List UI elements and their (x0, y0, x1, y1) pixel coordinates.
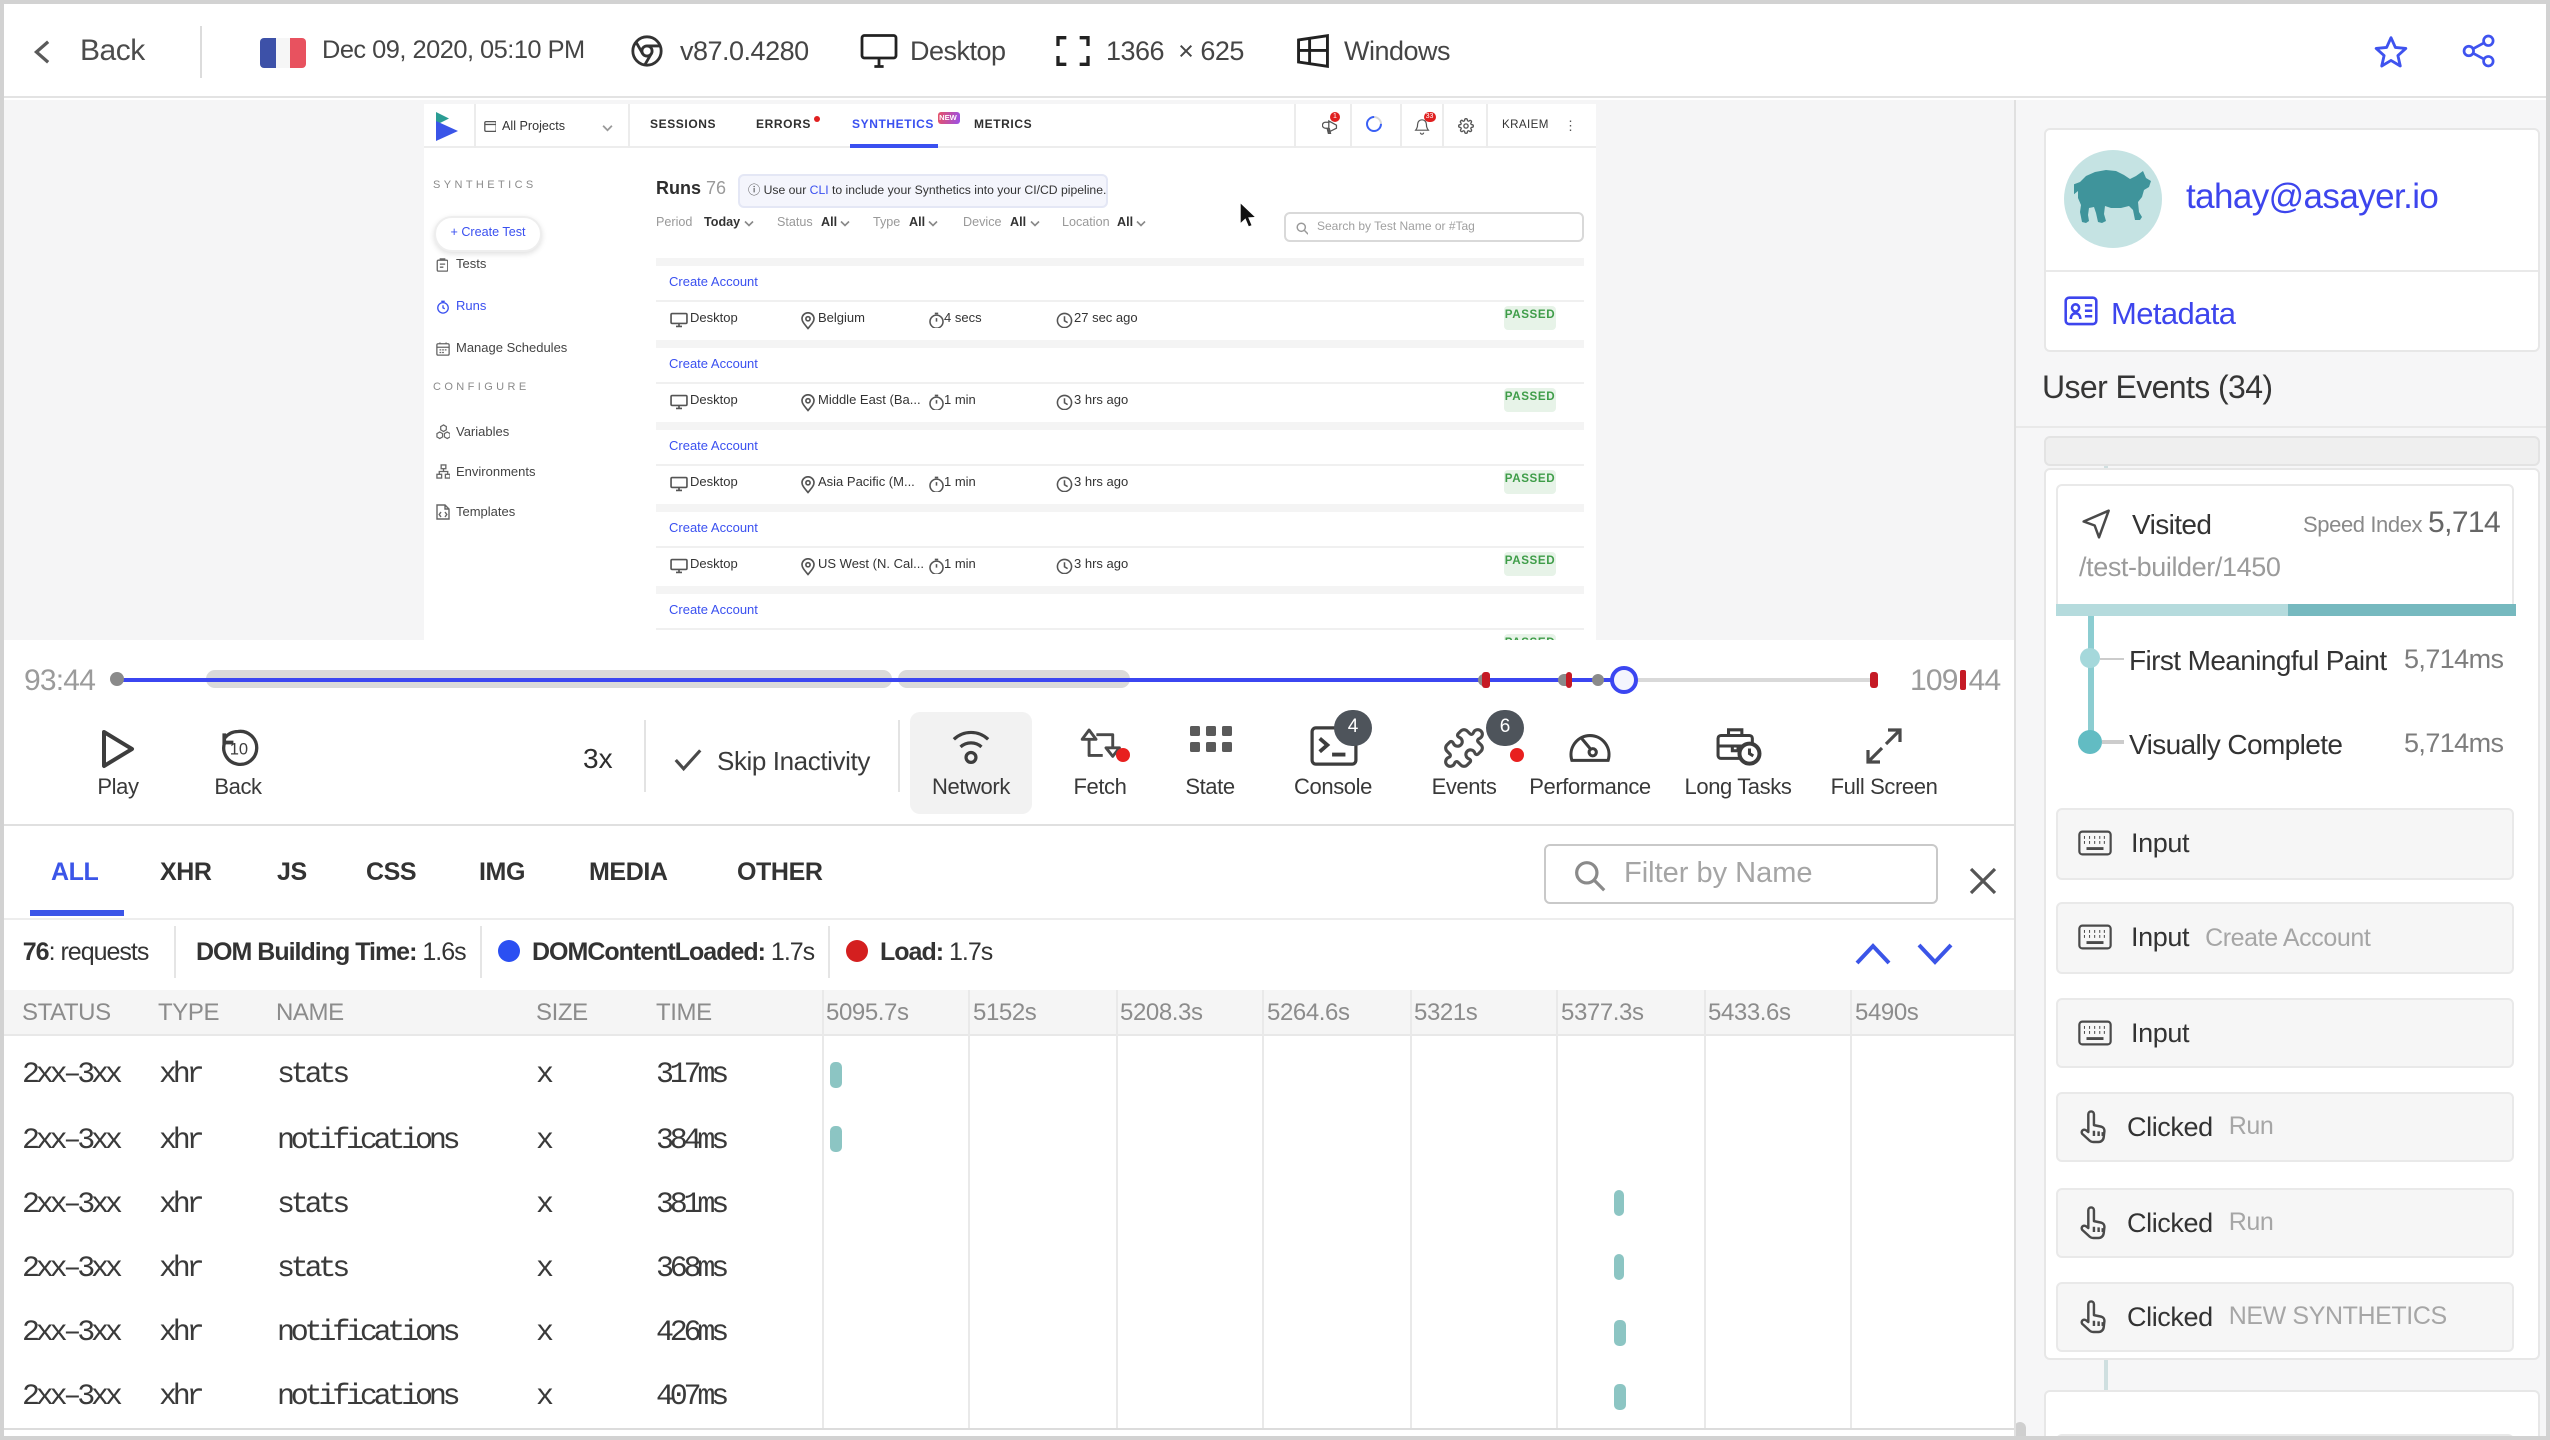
svg-text:10: 10 (230, 739, 248, 757)
